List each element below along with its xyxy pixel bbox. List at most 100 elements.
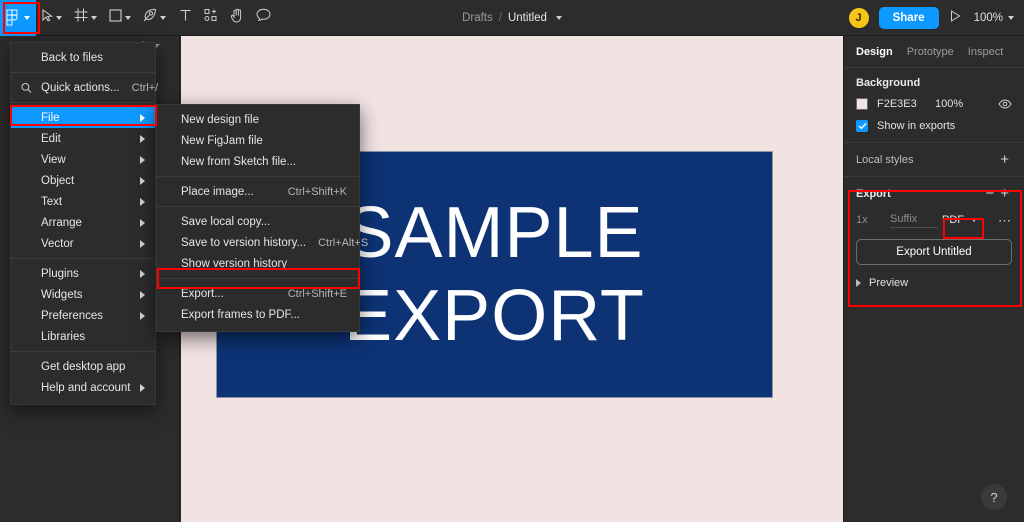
move-tool[interactable] [36, 0, 68, 36]
menu-separator [11, 102, 155, 103]
frame-text-line-2: EXPORT [344, 275, 645, 358]
export-section-header: Export − + [856, 186, 1012, 201]
background-color-swatch[interactable] [856, 98, 868, 110]
menu-item-label: New from Sketch file... [181, 156, 347, 168]
avatar[interactable]: J [848, 7, 870, 29]
menu-item-label: Show version history [181, 258, 347, 270]
menu-item-export[interactable]: Export...Ctrl+Shift+E [157, 283, 359, 304]
menu-item-object[interactable]: Object [11, 170, 155, 191]
menu-item-new-design-file[interactable]: New design file [157, 109, 359, 130]
menu-item-vector[interactable]: Vector [11, 233, 155, 254]
plus-icon[interactable]: + [997, 152, 1012, 167]
menu-item-label: Arrange [41, 217, 132, 229]
help-button[interactable]: ? [981, 484, 1007, 510]
figma-logo-icon [6, 9, 19, 27]
text-T-icon [179, 9, 192, 27]
export-preview-toggle[interactable]: Preview [856, 277, 1012, 289]
chevron-down-icon [24, 16, 30, 20]
menu-item-label: Text [41, 196, 132, 208]
menu-item-edit[interactable]: Edit [11, 128, 155, 149]
show-in-exports-row[interactable]: Show in exports [856, 120, 1012, 132]
comment-tool[interactable] [250, 0, 276, 36]
caret-right-icon [140, 198, 145, 206]
frame-text-line-1: SAMPLE [345, 192, 643, 275]
tab-design[interactable]: Design [856, 46, 893, 58]
caret-right-icon [140, 291, 145, 299]
background-fill-row: F2E3E3 100% [856, 98, 1012, 110]
menu-item-text[interactable]: Text [11, 191, 155, 212]
caret-right-icon [856, 279, 861, 287]
export-suffix-input[interactable]: Suffix [890, 213, 938, 228]
file-submenu[interactable]: New design fileNew FigJam file New from S… [156, 104, 360, 332]
menu-item-label: Vector [41, 238, 132, 250]
menu-item-help-and-account[interactable]: Help and account [11, 377, 155, 398]
export-preview-label: Preview [869, 277, 908, 289]
menu-item-save-to-version-history[interactable]: Save to version history...Ctrl+Alt+S [157, 232, 359, 253]
hand-tool[interactable] [224, 0, 250, 36]
figma-main-menu[interactable]: Back to files Quick actions...Ctrl+/ File E… [10, 42, 156, 405]
menu-item-label: Plugins [41, 268, 132, 280]
search-icon [21, 82, 32, 93]
menu-item-show-version-history[interactable]: Show version history [157, 253, 359, 274]
chevron-down-icon [1008, 16, 1014, 20]
background-hex-value[interactable]: F2E3E3 [877, 98, 935, 110]
menu-item-label: Get desktop app [41, 361, 145, 373]
ellipsis-icon[interactable]: ⋯ [998, 214, 1012, 227]
chevron-down-icon [125, 16, 131, 20]
plus-icon[interactable]: + [997, 186, 1012, 201]
menu-item-view[interactable]: View [11, 149, 155, 170]
menu-item-back-to-files[interactable]: Back to files [11, 47, 155, 68]
menu-item-arrange[interactable]: Arrange [11, 212, 155, 233]
pen-nib-icon [143, 8, 157, 27]
resources-tool[interactable] [198, 0, 224, 36]
menu-item-shortcut: Ctrl+Shift+K [288, 186, 347, 198]
caret-right-icon [140, 240, 145, 248]
menu-item-export-frames-to-pdf[interactable]: Export frames to PDF... [157, 304, 359, 325]
menu-separator [157, 278, 359, 279]
menu-item-get-desktop-app[interactable]: Get desktop app [11, 356, 155, 377]
menu-item-place-image[interactable]: Place image...Ctrl+Shift+K [157, 181, 359, 202]
chevron-down-icon [56, 16, 62, 20]
export-format-dropdown[interactable]: PDF [938, 212, 981, 228]
top-toolbar: Drafts / Untitled J Share 100% [0, 0, 1024, 36]
comment-bubble-icon [256, 8, 271, 27]
background-opacity-value[interactable]: 100% [935, 98, 998, 110]
minus-icon[interactable]: − [982, 186, 997, 201]
tab-prototype[interactable]: Prototype [907, 46, 954, 58]
chevron-down-icon[interactable] [556, 16, 562, 20]
present-button[interactable] [948, 9, 963, 27]
eye-icon[interactable] [998, 99, 1012, 109]
breadcrumb-project[interactable]: Drafts [462, 12, 493, 24]
zoom-control[interactable]: 100% [972, 12, 1016, 24]
menu-item-file[interactable]: File [11, 107, 155, 128]
export-scale-input[interactable]: 1x [856, 214, 890, 226]
menu-item-quick-actions[interactable]: Quick actions...Ctrl+/ [11, 77, 155, 98]
text-tool[interactable] [172, 0, 198, 36]
menu-item-label: Edit [41, 133, 132, 145]
menu-item-label: View [41, 154, 132, 166]
export-section: Export − + 1x Suffix PDF ⋯ Export Untitl… [844, 177, 1024, 301]
tab-inspect[interactable]: Inspect [968, 46, 1003, 58]
design-properties-panel: Design Prototype Inspect Background F2E3… [843, 36, 1024, 522]
caret-right-icon [140, 177, 145, 185]
figma-menu-button[interactable] [0, 0, 36, 36]
menu-item-save-local-copy[interactable]: Save local copy... [157, 211, 359, 232]
menu-item-widgets[interactable]: Widgets [11, 284, 155, 305]
menu-item-label: Save to version history... [181, 237, 306, 249]
frame-tool[interactable] [68, 0, 103, 36]
share-button[interactable]: Share [879, 7, 939, 29]
breadcrumb-separator: / [499, 12, 502, 24]
breadcrumb-file-name[interactable]: Untitled [508, 12, 547, 24]
menu-item-new-from-sketch-file[interactable]: New from Sketch file... [157, 151, 359, 172]
pen-tool[interactable] [137, 0, 172, 36]
menu-item-label: Object [41, 175, 132, 187]
show-in-exports-checkbox[interactable] [856, 120, 868, 132]
menu-item-preferences[interactable]: Preferences [11, 305, 155, 326]
play-triangle-icon [950, 9, 961, 27]
shape-tool[interactable] [103, 0, 137, 36]
menu-item-plugins[interactable]: Plugins [11, 263, 155, 284]
menu-item-new-figjam-file[interactable]: New FigJam file [157, 130, 359, 151]
export-button[interactable]: Export Untitled [856, 239, 1012, 265]
menu-item-libraries[interactable]: Libraries [11, 326, 155, 347]
menu-separator [157, 176, 359, 177]
